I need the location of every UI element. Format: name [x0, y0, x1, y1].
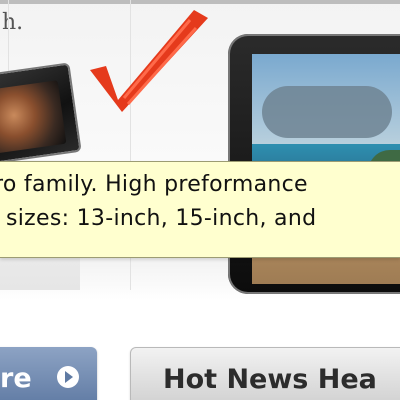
- screenshot-scene: h. ro family. High preformance sizes: 13…: [0, 0, 400, 400]
- more-button-label: re: [0, 363, 32, 394]
- tooltip: ro family. High preformance sizes: 13-in…: [0, 161, 400, 258]
- circle-arrow-right-icon: [57, 366, 79, 388]
- bottom-bar: re Hot News Hea: [0, 300, 400, 400]
- more-button[interactable]: re: [0, 347, 97, 400]
- tooltip-line-2: sizes: 13-inch, 15-inch, and: [6, 206, 317, 231]
- checkmark-icon: [90, 10, 208, 112]
- tooltip-line-1: ro family. High preformance: [0, 172, 308, 197]
- macbook-product-image[interactable]: [0, 62, 82, 168]
- hot-news-label: Hot News Hea: [163, 364, 377, 395]
- hot-news-headlines-button[interactable]: Hot News Hea: [130, 347, 400, 400]
- laptop-screen-image: [0, 80, 67, 155]
- cloud-shape: [262, 86, 392, 138]
- heading-fragment: h.: [2, 10, 24, 35]
